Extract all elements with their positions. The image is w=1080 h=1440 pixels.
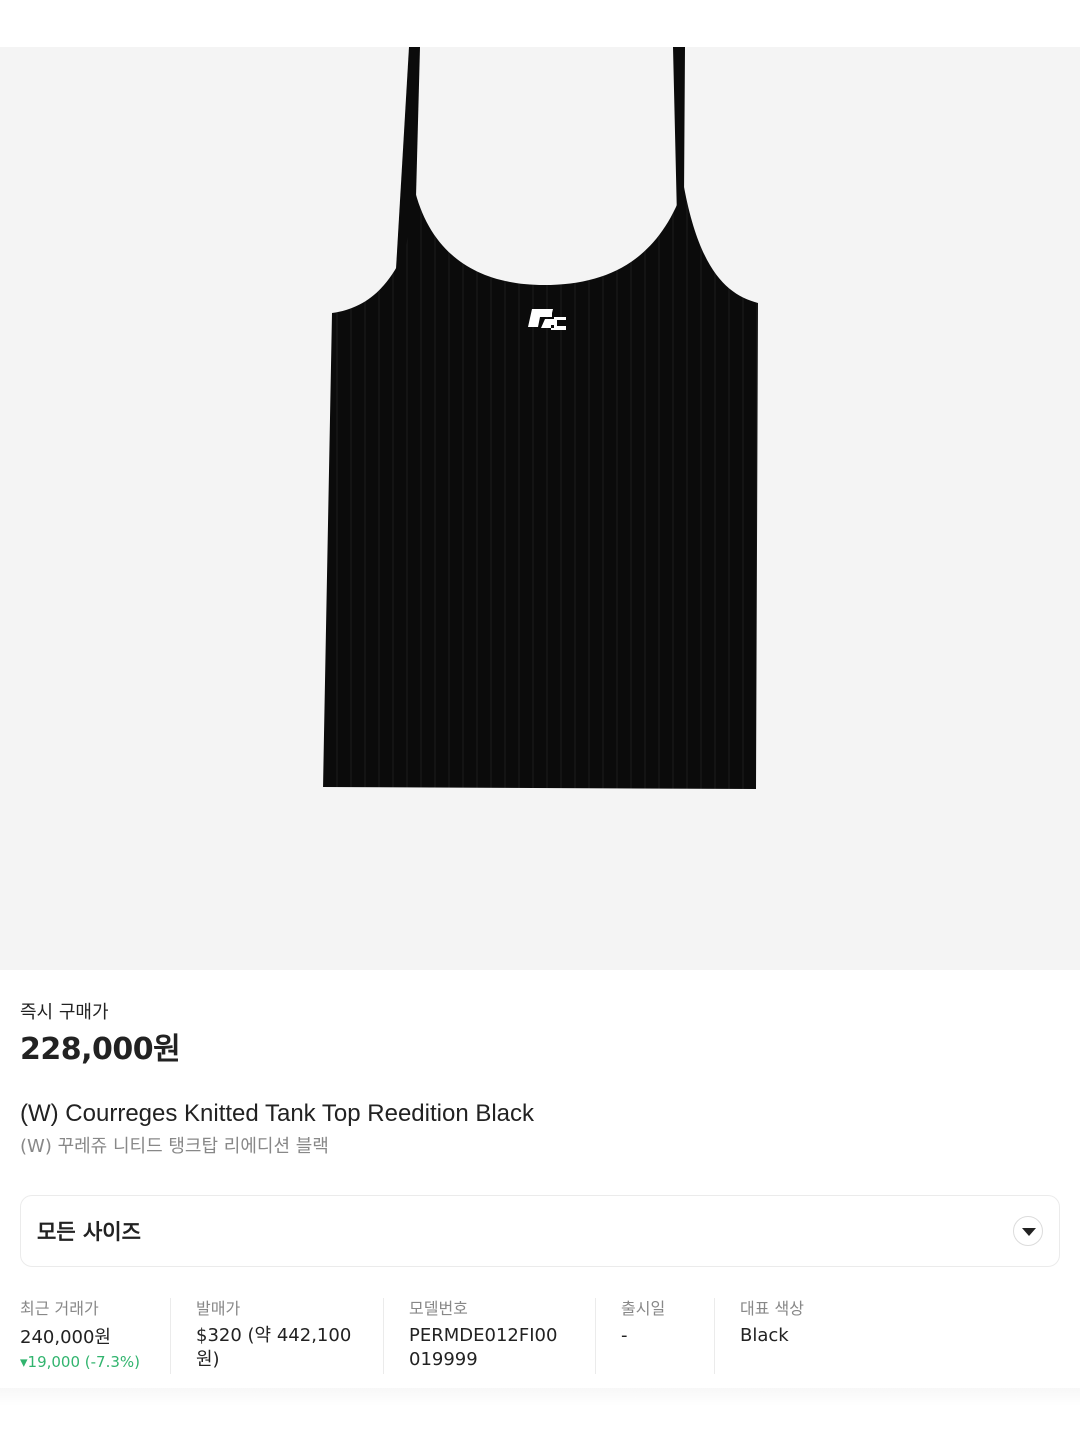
detail-color: 대표 색상 Black	[714, 1298, 914, 1374]
size-select-label: 모든 사이즈	[37, 1220, 141, 1244]
product-details: 최근 거래가 240,000원 ▾19,000 (-7.3%) 발매가 $320…	[20, 1298, 1060, 1378]
model-number-line2: 019999	[409, 1349, 478, 1370]
product-image[interactable]	[0, 47, 1080, 970]
recent-trade-value: 240,000원	[20, 1327, 111, 1348]
model-number-value: PERMDE012FI00 019999	[409, 1324, 595, 1372]
release-date-value: -	[621, 1325, 628, 1346]
color-label: 대표 색상	[740, 1299, 804, 1318]
product-name-section: (W) Courreges Knitted Tank Top Reedition…	[20, 1097, 1060, 1160]
release-price-line1: $320 (약 442,100	[196, 1325, 352, 1346]
tank-top-illustration	[323, 47, 758, 789]
price-section: 즉시 구매가 228,000원	[20, 1000, 1060, 1068]
detail-release-date: 출시일 -	[595, 1298, 714, 1374]
detail-recent-trade: 최근 거래가 240,000원 ▾19,000 (-7.3%)	[20, 1298, 170, 1374]
recent-trade-label: 최근 거래가	[20, 1299, 99, 1318]
detail-release-price: 발매가 $320 (약 442,100 원)	[170, 1298, 383, 1374]
detail-model-number: 모델번호 PERMDE012FI00 019999	[383, 1298, 595, 1374]
price-label: 즉시 구매가	[20, 1002, 109, 1023]
release-price-line2: 원)	[196, 1349, 220, 1370]
bottom-divider	[0, 1388, 1080, 1440]
color-value: Black	[740, 1325, 789, 1346]
instant-buy-price: 228,000원	[20, 1032, 181, 1067]
model-number-line1: PERMDE012FI00	[409, 1325, 558, 1346]
model-number-label: 모델번호	[409, 1299, 468, 1318]
release-price-label: 발매가	[196, 1299, 241, 1318]
release-date-label: 출시일	[621, 1299, 666, 1318]
size-select-button[interactable]: 모든 사이즈	[20, 1195, 1060, 1267]
price-change: ▾19,000 (-7.3%)	[20, 1353, 141, 1371]
product-name-en: (W) Courreges Knitted Tank Top Reedition…	[20, 1100, 535, 1127]
chevron-down-icon	[1013, 1216, 1043, 1246]
top-bar	[0, 0, 1080, 47]
release-price-value: $320 (약 442,100 원)	[196, 1324, 383, 1372]
product-name-ko: (W) 꾸레쥬 니티드 탱크탑 리에디션 블랙	[20, 1136, 329, 1157]
